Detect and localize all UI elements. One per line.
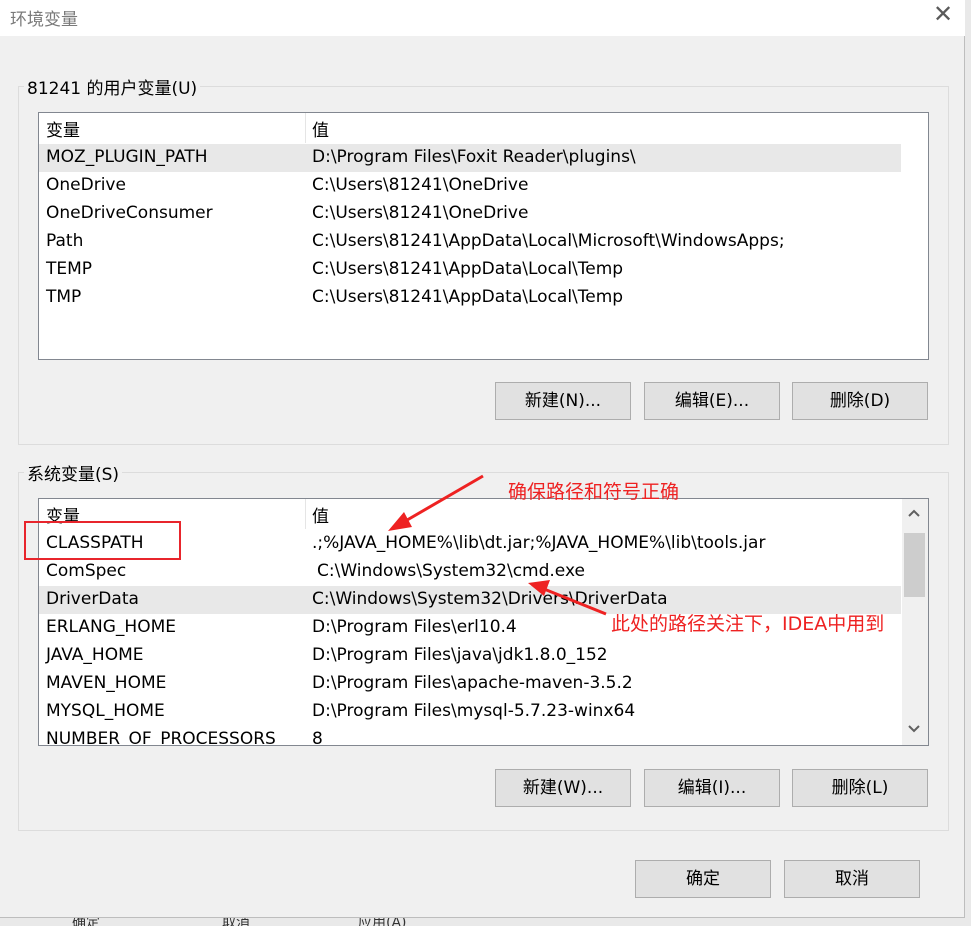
arrow-head-icon	[388, 512, 412, 531]
annotation-arrows	[388, 474, 607, 616]
arrow-to-classpath-value	[401, 474, 484, 525]
arrow-head-icon	[528, 580, 550, 596]
arrow-to-comspec-value	[543, 587, 607, 616]
